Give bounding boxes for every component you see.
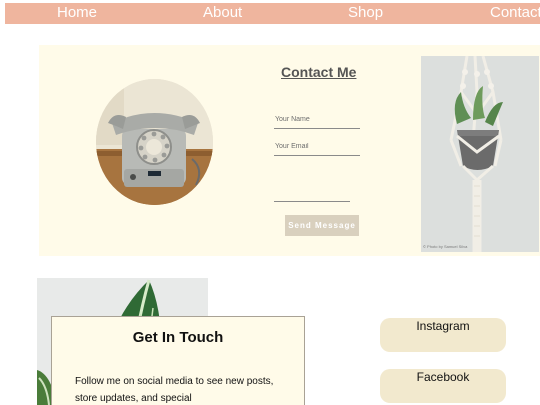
nav-about-link[interactable]: About <box>203 3 242 22</box>
nav-contact-link[interactable]: Contact <box>490 3 540 22</box>
top-nav-bar: Home About Shop Contact <box>5 3 540 24</box>
photo-credit-text: © Photo by Samuel Silva <box>423 244 468 249</box>
nav-home-link[interactable]: Home <box>57 3 97 22</box>
contact-title: Contact Me <box>281 64 357 80</box>
get-in-touch-card: Get In Touch Follow me on social media t… <box>51 316 305 405</box>
macrame-plant-image: © Photo by Samuel Silva <box>421 56 539 252</box>
nav-shop-link[interactable]: Shop <box>348 3 383 22</box>
contact-section: Contact Me Send Message <box>39 45 540 256</box>
send-message-button[interactable]: Send Message <box>285 215 359 236</box>
email-input[interactable] <box>274 138 360 156</box>
instagram-button[interactable]: Instagram <box>380 318 506 352</box>
message-textarea[interactable] <box>274 169 350 202</box>
rotary-phone-image <box>96 79 213 205</box>
get-in-touch-text: Follow me on social media to see new pos… <box>75 376 274 404</box>
get-in-touch-title: Get In Touch <box>132 329 224 346</box>
name-input[interactable] <box>274 111 360 129</box>
facebook-button[interactable]: Facebook <box>380 369 506 403</box>
